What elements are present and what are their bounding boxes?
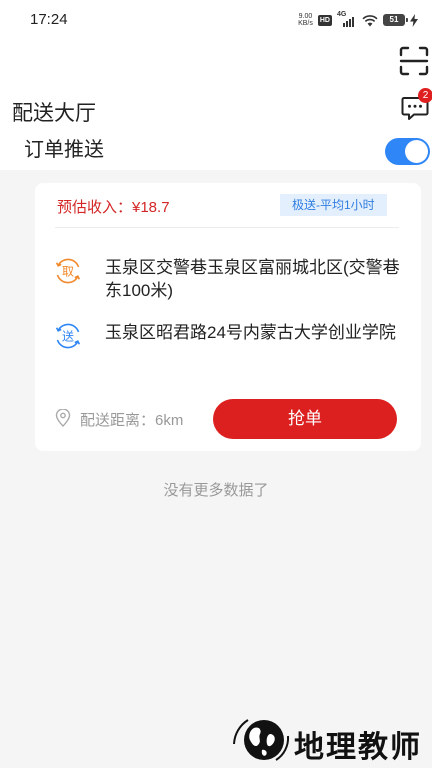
watermark-text: 地理教师 xyxy=(294,730,422,765)
network-speed: 9.00 KB/s xyxy=(298,13,313,27)
network-speed-value: 9.00 xyxy=(298,13,313,20)
watermark: 地理教师 xyxy=(228,714,428,765)
estimated-income: 预估收入：¥18.7 xyxy=(57,199,170,216)
delivery-speed-tag: 极送-平均1小时 xyxy=(280,194,387,216)
grab-order-button[interactable]: 抢单 xyxy=(213,399,397,439)
hd-icon: HD xyxy=(317,14,332,26)
toggle-knob xyxy=(405,140,428,163)
status-bar: 17:24 9.00 KB/s HD 4G 51 xyxy=(0,0,432,40)
page-title: 配送大厅 xyxy=(12,102,96,125)
delivery-distance: 配送距离：6km xyxy=(80,412,184,429)
header-area: 17:24 9.00 KB/s HD 4G 51 配送大厅 2 订单推送 xyxy=(0,0,432,170)
pickup-icon-label: 取 xyxy=(62,265,74,279)
order-push-toggle[interactable] xyxy=(385,138,430,165)
order-card[interactable]: 预估收入：¥18.7 极送-平均1小时 取 玉泉区交警巷玉泉区富丽城北区(交警巷… xyxy=(35,183,421,451)
pickup-icon: 取 xyxy=(55,258,81,284)
delivery-icon-label: 送 xyxy=(62,329,74,344)
charging-icon xyxy=(410,13,418,27)
no-more-data: 没有更多数据了 xyxy=(163,482,269,499)
globe-logo-icon xyxy=(233,719,290,761)
wifi-icon xyxy=(362,14,378,26)
delivery-icon: 送 xyxy=(55,323,81,349)
delivery-address: 玉泉区昭君路24号内蒙古大学创业学院 xyxy=(105,323,396,342)
network-speed-unit: KB/s xyxy=(298,20,313,27)
card-divider xyxy=(55,227,399,228)
location-pin-icon xyxy=(55,409,71,427)
pickup-address: 玉泉区交警巷玉泉区富丽城北区(交警巷东100米) xyxy=(105,258,400,300)
order-push-label: 订单推送 xyxy=(24,139,104,161)
cellular-signal-icon: 4G xyxy=(337,11,357,27)
message-badge: 2 xyxy=(418,88,432,103)
scan-icon[interactable] xyxy=(399,46,429,76)
status-time: 17:24 xyxy=(30,11,68,28)
battery-icon: 51 xyxy=(383,14,408,26)
status-icons: 9.00 KB/s HD 4G 51 xyxy=(298,10,418,30)
